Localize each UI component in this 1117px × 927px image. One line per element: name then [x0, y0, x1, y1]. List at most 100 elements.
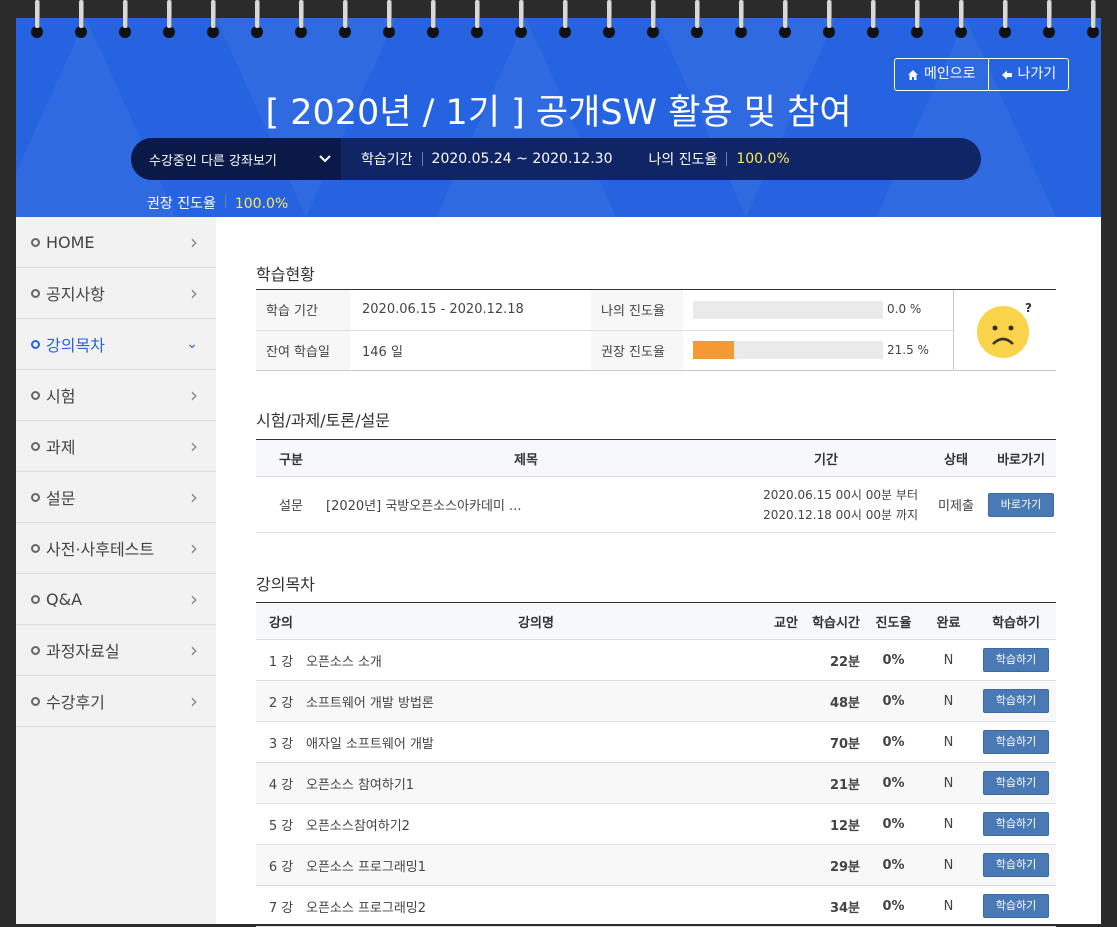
table-row: 3 강 애자일 소프트웨어 개발 70분 0% N 학습하기 [256, 721, 1056, 763]
binding-ring [691, 0, 703, 42]
sidebar-item[interactable]: 강의목차 ⌄ [16, 319, 216, 370]
rec-progress-key: 권장 진도율 [591, 330, 683, 370]
goto-button[interactable]: 바로가기 [988, 492, 1054, 517]
study-button[interactable]: 학습하기 [983, 853, 1049, 877]
binding-ring [1043, 0, 1055, 42]
chevron-right-icon: › [190, 383, 198, 407]
rec-progress-pct: 21.5 % [887, 342, 929, 357]
sidebar-item[interactable]: HOME › [16, 217, 216, 268]
binding-ring [647, 0, 659, 42]
chevron-right-icon: › [190, 638, 198, 662]
lecture-progress: 0% [866, 721, 921, 763]
sidebar-item-label: 사전·사후테스트 [46, 540, 155, 559]
ring-wire [343, 0, 347, 28]
chevron-right-icon: › [190, 587, 198, 611]
lecture-study-cell: 학습하기 [976, 639, 1056, 681]
status-table: 학습 기간 2020.06.15 - 2020.12.18 나의 진도율 0.0… [256, 289, 1056, 371]
chevron-right-icon: › [190, 689, 198, 713]
sidebar-item[interactable]: 공지사항 › [16, 268, 216, 319]
remaining-key: 잔여 학습일 [256, 330, 350, 370]
study-button[interactable]: 학습하기 [983, 730, 1049, 754]
lecture-done: N [921, 885, 976, 927]
sidebar-item[interactable]: 시험 › [16, 370, 216, 421]
sidebar-item[interactable]: 사전·사후테스트 › [16, 523, 216, 574]
sidebar-item-left: HOME [31, 233, 95, 252]
ring-wire [1003, 0, 1007, 28]
sidebar-item-left: 설문 [31, 485, 75, 509]
my-progress-label: 나의 진도율 [648, 152, 718, 168]
lecture-name: 오픈소스 참여하기1 [306, 762, 766, 804]
lecture-progress: 0% [866, 803, 921, 845]
lecture-time: 70분 [806, 721, 866, 763]
lecture-material [766, 885, 806, 927]
sidebar-item-label: 강의목차 [46, 336, 105, 355]
study-button[interactable]: 학습하기 [983, 689, 1049, 713]
ring-wire [255, 0, 259, 28]
lecture-no: 7 강 [256, 885, 306, 927]
divider [421, 152, 423, 166]
main-button[interactable]: 메인으로 [895, 59, 988, 90]
bullet-icon [31, 391, 40, 400]
lecture-no: 6 강 [256, 844, 306, 886]
lectures-table: 강의 강의명 교안 학습시간 진도율 완료 학습하기 1 강 오픈소스 소개 22분… [256, 602, 1056, 927]
binding-ring [999, 0, 1011, 42]
ring-wire [123, 0, 127, 28]
chevron-right-icon: › [190, 230, 198, 254]
sidebar-item[interactable]: 과정자료실 › [16, 625, 216, 676]
sidebar-item[interactable]: 수강후기 › [16, 676, 216, 727]
sidebar-item[interactable]: Q&A › [16, 574, 216, 625]
lecture-time: 29분 [806, 844, 866, 886]
sidebar-item-left: 과제 [31, 434, 75, 458]
bullet-icon [31, 493, 40, 502]
study-button[interactable]: 학습하기 [983, 648, 1049, 672]
bullet-icon [31, 595, 40, 604]
ring-wire [35, 0, 39, 28]
exit-button[interactable]: 나가기 [987, 59, 1069, 90]
lecture-name: 소프트웨어 개발 방법론 [306, 680, 766, 722]
sidebar-item-left: 수강후기 [31, 689, 105, 713]
table-row: 2 강 소프트웨어 개발 방법론 48분 0% N 학습하기 [256, 680, 1056, 722]
lecture-time: 22분 [806, 639, 866, 681]
tasks-title: 시험/과제/토론/설문 [256, 411, 390, 430]
sidebar-item-label: 설문 [46, 489, 76, 508]
ring-wire [651, 0, 655, 28]
ring-wire [431, 0, 435, 28]
col-name: 강의명 [306, 602, 766, 640]
study-button[interactable]: 학습하기 [983, 771, 1049, 795]
lecture-study-cell: 학습하기 [976, 844, 1056, 886]
lecture-name: 오픈소스참여하기2 [306, 803, 766, 845]
sidebar-item-left: 과정자료실 [31, 638, 120, 662]
lecture-done: N [921, 721, 976, 763]
study-button[interactable]: 학습하기 [983, 812, 1049, 836]
lecture-name: 오픈소스 소개 [306, 639, 766, 681]
table-row: 6 강 오픈소스 프로그래밍1 29분 0% N 학습하기 [256, 844, 1056, 886]
lecture-done: N [921, 803, 976, 845]
recommended-value: 100.0% [234, 196, 289, 212]
task-title: [2020년] 국방오픈소스아카데미 ... [326, 476, 726, 533]
header-banner [16, 18, 1101, 217]
sidebar-item[interactable]: 설문 › [16, 472, 216, 523]
lecture-study-cell: 학습하기 [976, 885, 1056, 927]
bullet-icon [31, 646, 40, 655]
lecture-progress: 0% [866, 762, 921, 804]
ring-wire [607, 0, 611, 28]
study-button[interactable]: 학습하기 [983, 894, 1049, 918]
col-progress: 진도율 [866, 602, 921, 640]
task-to: 2020.12.18 00시 00분 까지 [763, 507, 918, 522]
chevron-down-icon: ⌄ [186, 336, 198, 352]
binding-ring [867, 0, 879, 42]
lecture-study-cell: 학습하기 [976, 762, 1056, 804]
col-no: 강의 [256, 602, 306, 640]
ring-wire [739, 0, 743, 28]
lecture-no: 1 강 [256, 639, 306, 681]
period-label: 학습기간 [361, 152, 413, 168]
course-select[interactable]: 수강중인 다른 강좌보기 [131, 138, 341, 180]
recommended-progress: 권장 진도율 100.0% [147, 193, 288, 213]
binding-ring [779, 0, 791, 42]
ring-wire [783, 0, 787, 28]
sidebar-item[interactable]: 과제 › [16, 421, 216, 472]
col-period: 기간 [726, 439, 926, 477]
binding-ring [603, 0, 615, 42]
sidebar-item-label: 수강후기 [46, 693, 105, 712]
rec-progress-cell: 21.5 % [683, 330, 953, 370]
